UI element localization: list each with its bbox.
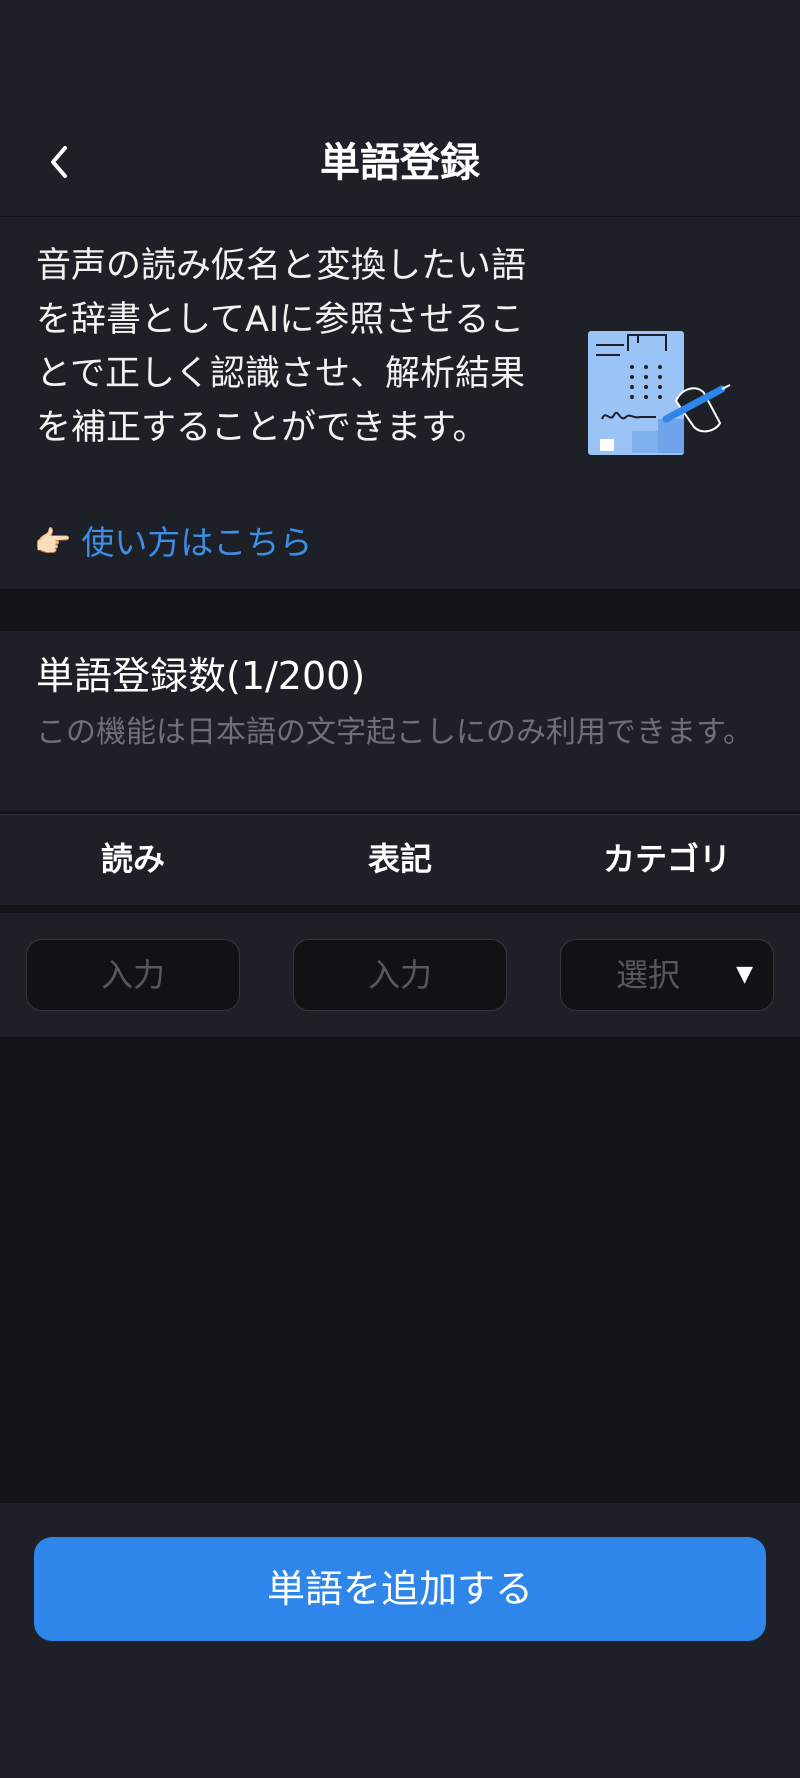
intro-panel: 音声の読み仮名と変換したい語を辞書としてAIに参照させることで正しく認識させ、解…: [0, 217, 800, 589]
document-signing-illustration: [588, 331, 731, 455]
pointing-hand-icon: 👉🏻: [34, 525, 72, 560]
status-bar-area: [0, 0, 800, 110]
howto-link-label: 使い方はこちら: [81, 523, 313, 562]
add-word-button[interactable]: 単語を追加する: [34, 1537, 766, 1641]
word-table-header: 読み 表記 カテゴリ: [0, 814, 800, 905]
column-header-category: カテゴリ: [602, 840, 731, 878]
page-title: 単語登録: [320, 140, 480, 186]
category-select[interactable]: 選択 ▼: [560, 939, 774, 1011]
registration-count-section: 単語登録数(1/200) この機能は日本語の文字起こしにのみ利用できます。: [0, 631, 800, 811]
category-select-label: 選択: [615, 956, 680, 994]
column-header-reading: 読み: [100, 840, 165, 878]
howto-link[interactable]: 👉🏻 使い方はこちら: [34, 523, 312, 563]
japanese-only-note: この機能は日本語の文字起こしにのみ利用できます。: [36, 715, 753, 750]
word-list-area: [0, 1037, 800, 1503]
section-divider: [0, 589, 800, 631]
registration-count-title: 単語登録数(1/200): [36, 654, 366, 698]
word-input-row: 入力 入力 選択 ▼: [0, 913, 800, 1037]
footer-bar: 単語を追加する: [0, 1503, 800, 1778]
intro-description: 音声の読み仮名と変換したい語を辞書としてAIに参照させることで正しく認識させ、解…: [36, 246, 527, 448]
notation-input[interactable]: 入力: [293, 939, 507, 1011]
column-header-notation: 表記: [367, 840, 432, 878]
app-header: 単語登録: [0, 110, 800, 217]
screen: 単語登録 音声の読み仮名と変換したい語を辞書としてAIに参照させることで正しく認…: [0, 0, 800, 1778]
triangle-down-icon: ▼: [736, 962, 753, 987]
reading-input[interactable]: 入力: [26, 939, 240, 1011]
